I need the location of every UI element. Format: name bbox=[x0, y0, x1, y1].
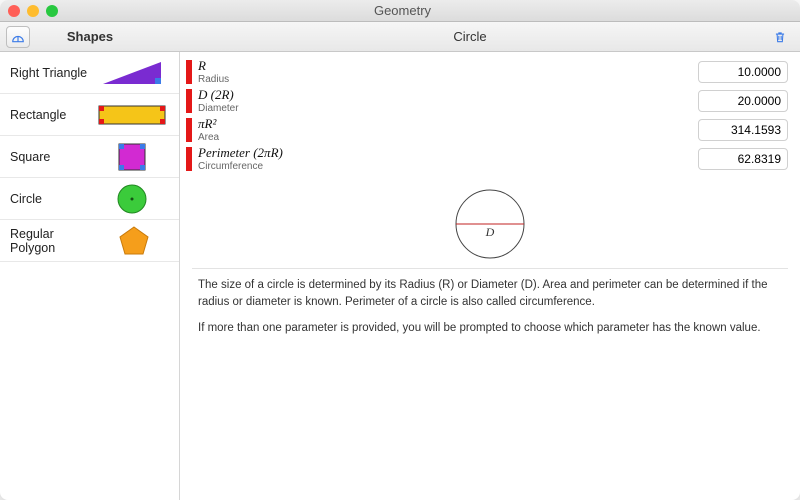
trash-icon bbox=[773, 30, 787, 44]
sidebar-item-label: Right Triangle bbox=[10, 66, 87, 80]
protractor-button[interactable] bbox=[6, 26, 30, 48]
parameter-formula: R bbox=[198, 59, 692, 73]
sidebar-item-circle[interactable]: Circle bbox=[0, 178, 179, 220]
radius-input[interactable] bbox=[698, 61, 788, 83]
protractor-icon bbox=[11, 30, 25, 44]
pentagon-icon bbox=[98, 224, 169, 258]
parameter-row: D (2R) Diameter bbox=[186, 87, 788, 115]
parameter-formula: Perimeter (2πR) bbox=[198, 146, 692, 160]
parameter-formula: D (2R) bbox=[198, 88, 692, 102]
circle-icon bbox=[95, 182, 169, 216]
parameter-formula: πR² bbox=[198, 117, 692, 131]
sidebar-title: Shapes bbox=[67, 29, 113, 44]
sidebar-item-label: Circle bbox=[10, 192, 42, 206]
detail-panel: R Radius D (2R) Diameter πR² Area bbox=[180, 52, 800, 500]
sidebar: Right Triangle Rectangle Square bbox=[0, 52, 180, 500]
marker-bar bbox=[186, 60, 192, 84]
parameter-row: πR² Area bbox=[186, 116, 788, 144]
diagram: D bbox=[180, 174, 800, 268]
parameter-caption: Diameter bbox=[198, 103, 692, 114]
marker-bar bbox=[186, 118, 192, 142]
rectangle-icon bbox=[95, 98, 169, 132]
titlebar: Geometry bbox=[0, 0, 800, 22]
toolbar: Shapes Circle bbox=[0, 22, 800, 52]
parameter-list: R Radius D (2R) Diameter πR² Area bbox=[180, 52, 800, 173]
area-input[interactable] bbox=[698, 119, 788, 141]
description-paragraph: If more than one parameter is provided, … bbox=[198, 320, 782, 337]
svg-text:D: D bbox=[485, 225, 495, 239]
description: The size of a circle is determined by it… bbox=[180, 269, 800, 355]
sidebar-item-label: Square bbox=[10, 150, 50, 164]
parameter-caption: Radius bbox=[198, 74, 692, 85]
square-icon bbox=[95, 140, 169, 174]
marker-bar bbox=[186, 147, 192, 171]
trash-button[interactable] bbox=[768, 26, 792, 48]
parameter-row: R Radius bbox=[186, 58, 788, 86]
description-paragraph: The size of a circle is determined by it… bbox=[198, 277, 782, 310]
sidebar-item-rectangle[interactable]: Rectangle bbox=[0, 94, 179, 136]
right-triangle-icon bbox=[95, 56, 169, 90]
sidebar-item-label: Regular Polygon bbox=[10, 227, 98, 255]
sidebar-item-regular-polygon[interactable]: Regular Polygon bbox=[0, 220, 179, 262]
circle-diagram: D bbox=[440, 184, 540, 264]
diameter-input[interactable] bbox=[698, 90, 788, 112]
marker-bar bbox=[186, 89, 192, 113]
parameter-caption: Circumference bbox=[198, 161, 692, 172]
sidebar-item-label: Rectangle bbox=[10, 108, 66, 122]
sidebar-item-right-triangle[interactable]: Right Triangle bbox=[0, 52, 179, 94]
parameter-caption: Area bbox=[198, 132, 692, 143]
parameter-row: Perimeter (2πR) Circumference bbox=[186, 145, 788, 173]
sidebar-item-square[interactable]: Square bbox=[0, 136, 179, 178]
page-title: Circle bbox=[180, 29, 760, 44]
perimeter-input[interactable] bbox=[698, 148, 788, 170]
window-title: Geometry bbox=[13, 3, 792, 18]
